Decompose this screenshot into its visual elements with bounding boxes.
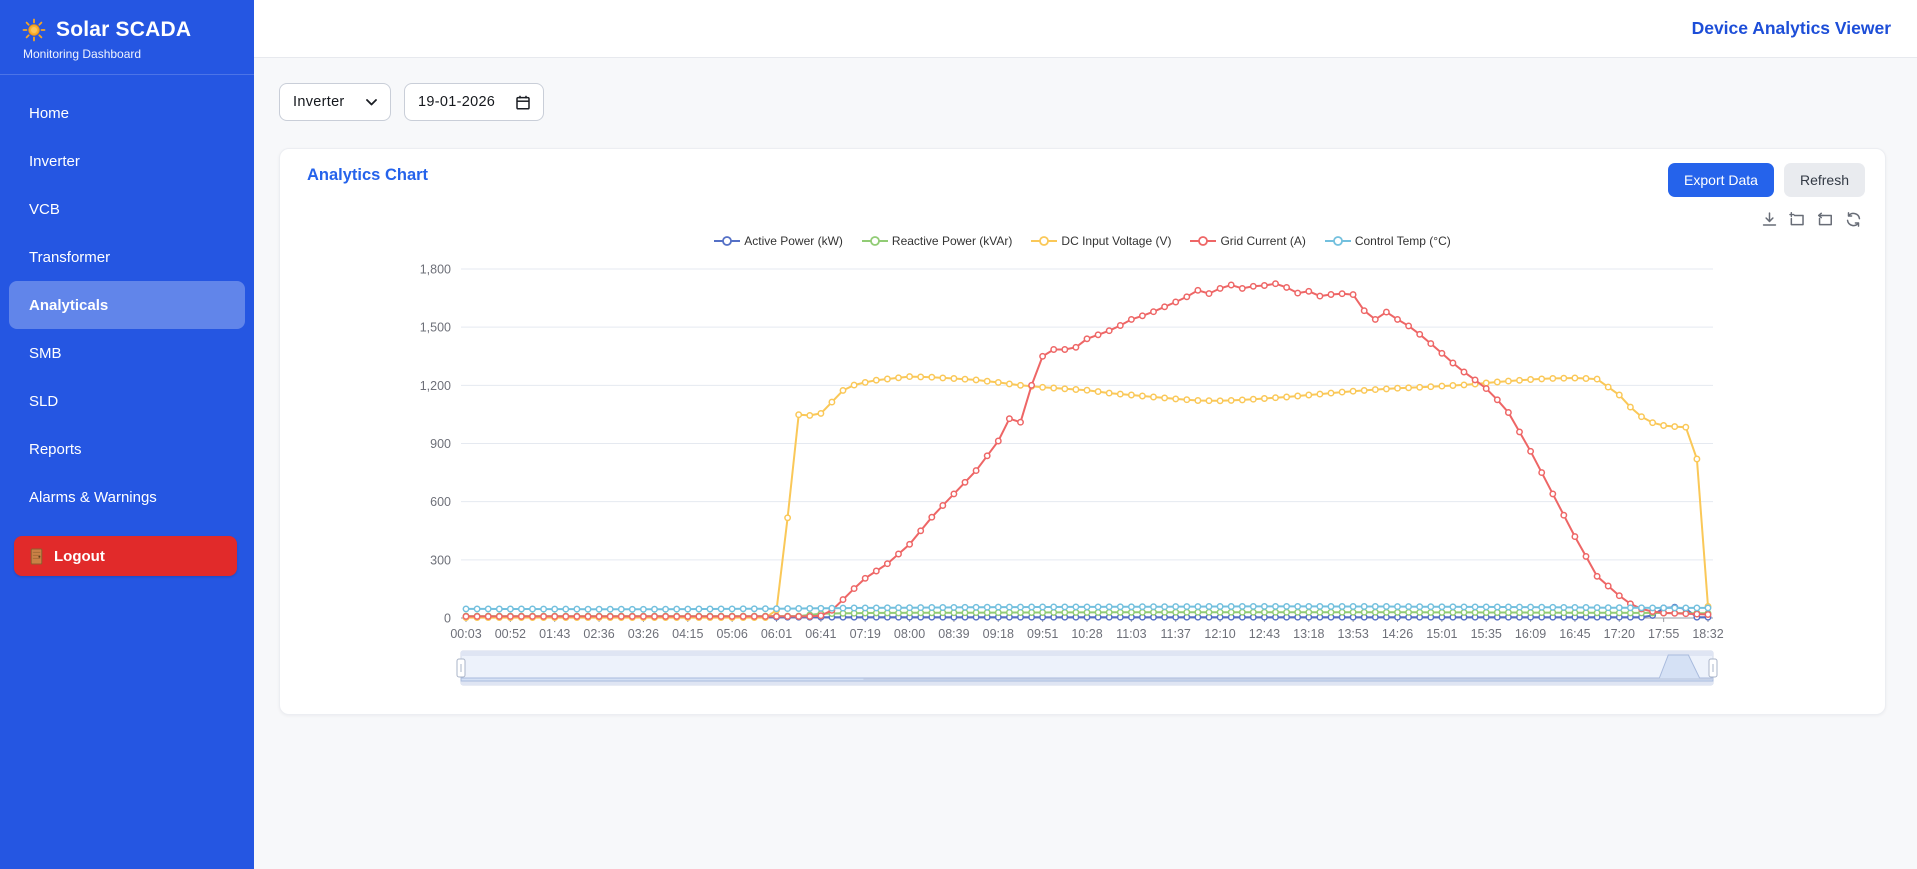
x-axis-label: 16:09 — [1515, 627, 1546, 641]
y-axis-label: 300 — [430, 553, 451, 567]
date-picker-value: 19-01-2026 — [418, 94, 495, 110]
sun-logo-icon — [22, 18, 46, 42]
y-axis-label: 1,500 — [420, 321, 451, 335]
sidebar-item-home[interactable]: Home — [9, 89, 245, 137]
x-axis-label: 12:43 — [1249, 627, 1280, 641]
logout-button[interactable]: Logout — [14, 536, 237, 576]
x-axis-label: 06:41 — [805, 627, 836, 641]
door-icon — [29, 548, 44, 565]
x-axis-label: 17:55 — [1648, 627, 1679, 641]
sidebar-item-analyticals[interactable]: Analyticals — [9, 281, 245, 329]
x-axis-label: 15:01 — [1426, 627, 1457, 641]
sidebar: Solar SCADA Monitoring Dashboard HomeInv… — [0, 0, 254, 869]
x-axis-label: 11:37 — [1161, 627, 1191, 641]
y-axis-label: 1,200 — [420, 379, 451, 393]
x-axis-label: 09:51 — [1027, 627, 1058, 641]
x-axis-label: 12:10 — [1204, 627, 1235, 641]
x-axis-label: 14:26 — [1382, 627, 1413, 641]
x-axis-label: 17:20 — [1604, 627, 1635, 641]
sidebar-nav: HomeInverterVCBTransformerAnalyticalsSMB… — [0, 89, 254, 521]
x-axis-label: 18:32 — [1692, 627, 1723, 641]
y-axis-label: 1,800 — [420, 263, 451, 277]
sidebar-item-inverter[interactable]: Inverter — [9, 137, 245, 185]
series-dc-input-voltage-v- — [463, 374, 1710, 620]
analytics-chart[interactable]: 0 300 600 900 1,200 1,500 1,800 00:03 00:52 01:43… — [280, 149, 1885, 714]
x-axis-label: 13:53 — [1338, 627, 1369, 641]
sidebar-item-reports[interactable]: Reports — [9, 425, 245, 473]
sidebar-header: Solar SCADA Monitoring Dashboard — [0, 0, 254, 75]
x-axis-label: 01:43 — [539, 627, 570, 641]
datazoom-top-strip — [461, 651, 1713, 656]
x-axis-label: 04:15 — [672, 627, 703, 641]
y-axis-label: 0 — [444, 612, 451, 626]
x-axis-label: 16:45 — [1559, 627, 1590, 641]
sidebar-item-smb[interactable]: SMB — [9, 329, 245, 377]
chevron-down-icon — [366, 99, 377, 106]
sidebar-item-alarms-warnings[interactable]: Alarms & Warnings — [9, 473, 245, 521]
top-header: Device Analytics Viewer — [254, 0, 1917, 58]
sidebar-item-transformer[interactable]: Transformer — [9, 233, 245, 281]
filter-bar: Inverter 19-01-2026 — [279, 83, 544, 121]
main-content: Inverter 19-01-2026 Analytics Chart Expo… — [254, 58, 1917, 869]
x-axis-label: 15:35 — [1471, 627, 1502, 641]
device-select-value: Inverter — [293, 94, 345, 110]
y-axis-label: 600 — [430, 495, 451, 509]
y-axis-label: 900 — [430, 437, 451, 451]
date-picker[interactable]: 19-01-2026 — [404, 83, 544, 121]
app-subtitle: Monitoring Dashboard — [23, 47, 234, 61]
x-axis-label: 03:26 — [628, 627, 659, 641]
x-axis-label: 06:01 — [761, 627, 792, 641]
x-axis-label: 00:52 — [495, 627, 526, 641]
page-title: Device Analytics Viewer — [1692, 18, 1891, 39]
x-axis-label: 13:18 — [1293, 627, 1324, 641]
app-title: Solar SCADA — [56, 18, 191, 42]
x-axis-label: 07:19 — [850, 627, 881, 641]
device-select[interactable]: Inverter — [279, 83, 391, 121]
x-axis-label: 10:28 — [1071, 627, 1102, 641]
x-axis-label: 08:00 — [894, 627, 925, 641]
x-axis-label: 05:06 — [717, 627, 748, 641]
logout-label: Logout — [54, 548, 105, 565]
series-grid-current-a- — [463, 281, 1710, 619]
sidebar-item-sld[interactable]: SLD — [9, 377, 245, 425]
analytics-chart-card: Analytics Chart Export Data Refresh — [279, 148, 1886, 715]
sidebar-item-vcb[interactable]: VCB — [9, 185, 245, 233]
x-axis-label: 00:03 — [450, 627, 481, 641]
x-axis-label: 09:18 — [983, 627, 1014, 641]
x-axis-label: 02:36 — [583, 627, 614, 641]
x-axis-label: 11:03 — [1116, 627, 1146, 641]
calendar-icon — [516, 95, 530, 110]
x-axis-label: 08:39 — [938, 627, 969, 641]
